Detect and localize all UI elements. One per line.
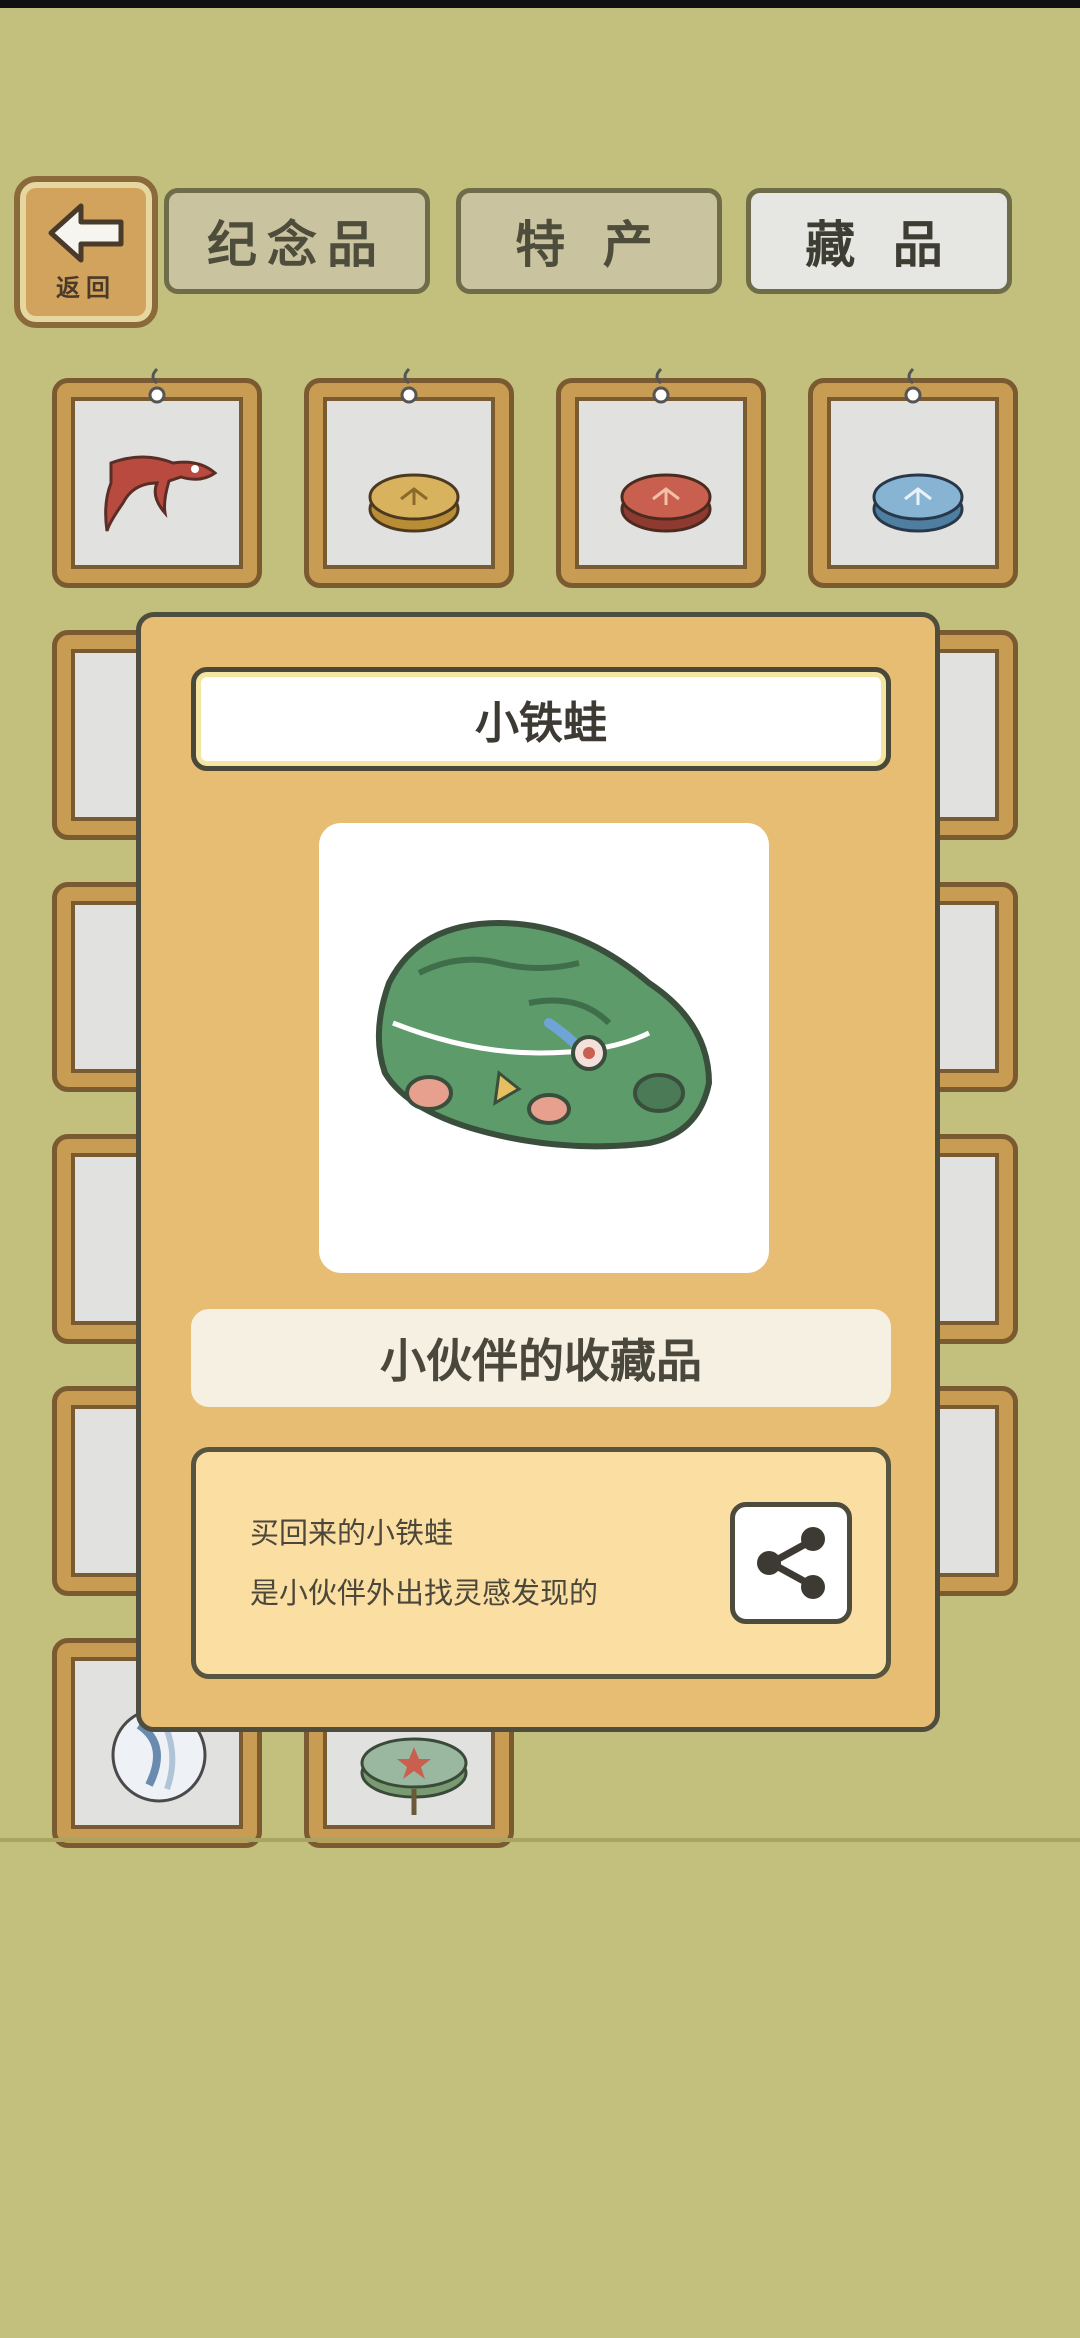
share-icon	[757, 1527, 825, 1599]
blue-coin-icon	[872, 473, 964, 533]
tab-souvenirs[interactable]: 纪念品	[164, 188, 430, 294]
red-tadpole-icon	[104, 455, 218, 532]
tin-frog-icon	[375, 919, 713, 1150]
item-detail-modal: 小铁蛙 小伙伴的收藏品 买回来的小铁蛙 是小伙伴外出找灵感发现的	[136, 612, 940, 1732]
hook-icon	[652, 367, 670, 404]
back-button[interactable]: 返回	[14, 176, 158, 328]
hook-icon	[148, 367, 166, 404]
description-line-2: 是小伙伴外出找灵感发现的	[250, 1576, 599, 1610]
status-bar	[0, 0, 1080, 8]
item-description: 买回来的小铁蛙 是小伙伴外出找灵感发现的	[191, 1447, 891, 1679]
red-coin-icon	[620, 473, 712, 533]
tab-specialties[interactable]: 特 产	[456, 188, 722, 294]
tab-collectibles[interactable]: 藏 品	[746, 188, 1012, 294]
collection-slot[interactable]	[52, 367, 262, 588]
back-label: 返回	[56, 273, 116, 302]
hook-icon	[904, 367, 922, 404]
item-category: 小伙伴的收藏品	[191, 1309, 891, 1407]
share-button[interactable]	[730, 1502, 852, 1624]
hook-icon	[400, 367, 418, 404]
ground-line	[0, 1838, 1080, 1842]
collection-slot[interactable]	[304, 367, 514, 588]
item-image-frame	[319, 823, 769, 1273]
back-arrow-icon	[48, 203, 124, 262]
description-line-1: 买回来的小铁蛙	[250, 1516, 454, 1550]
item-title: 小铁蛙	[191, 667, 891, 771]
collection-slot[interactable]	[808, 367, 1018, 588]
yellow-coin-icon	[368, 473, 460, 533]
green-top-icon	[360, 1737, 468, 1815]
collection-slot[interactable]	[556, 367, 766, 588]
